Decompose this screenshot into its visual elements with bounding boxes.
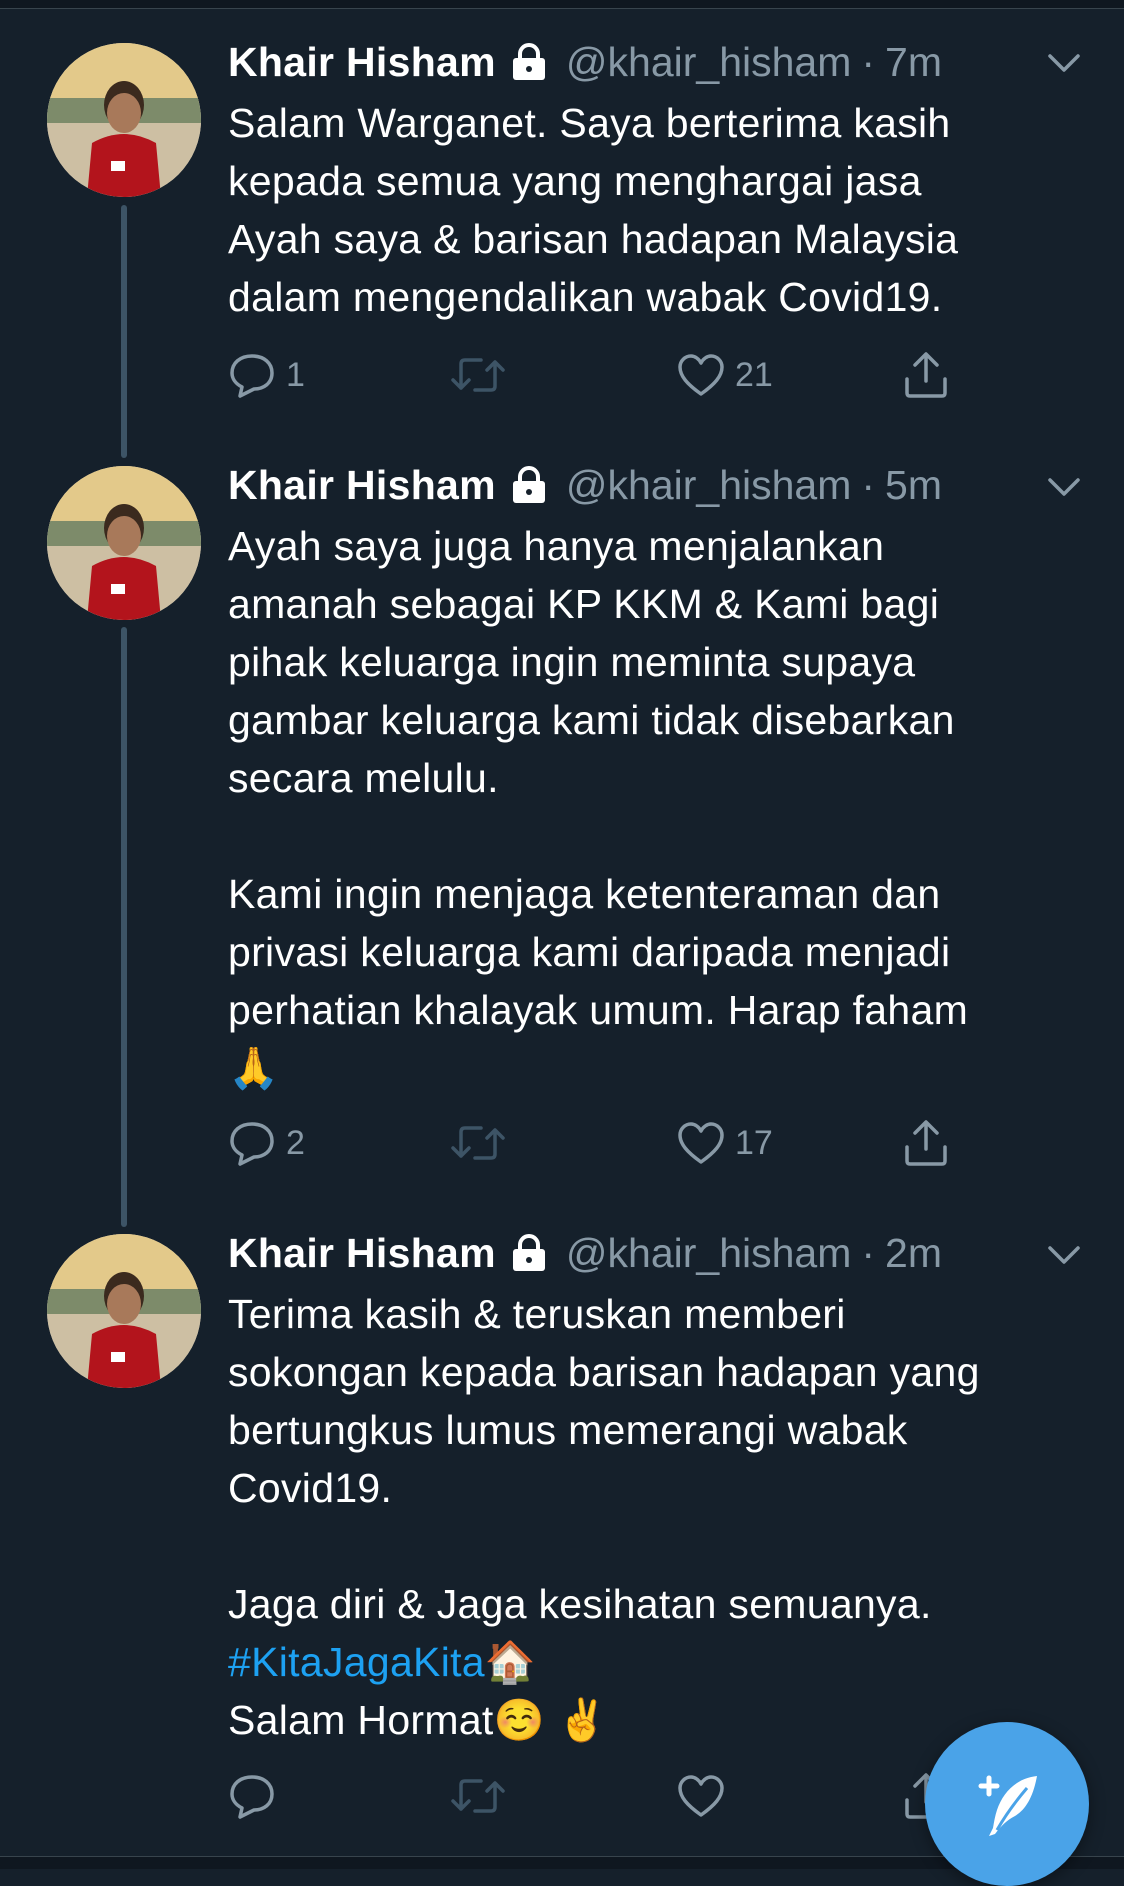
compose-tweet-icon xyxy=(978,1775,1037,1836)
tweet-body: Terima kasih & teruskan memberi sokongan… xyxy=(228,1291,980,1627)
like-count: 17 xyxy=(735,1123,773,1162)
thread-connector xyxy=(121,205,127,458)
timestamp[interactable]: 7m xyxy=(885,39,942,86)
reply-button[interactable]: 1 xyxy=(228,350,305,400)
handle[interactable]: @khair_hisham xyxy=(566,462,851,509)
handle[interactable]: @khair_hisham xyxy=(566,39,851,86)
lock-icon xyxy=(510,1233,548,1273)
closing-line: Salam Hormat☺️ ✌️ xyxy=(228,1697,609,1743)
heart-icon xyxy=(678,1775,724,1817)
tweet-actions xyxy=(228,1771,1008,1821)
share-icon xyxy=(905,352,947,398)
reply-count: 2 xyxy=(286,1123,305,1162)
reply-icon xyxy=(230,1775,274,1819)
display-name[interactable]: Khair Hisham xyxy=(228,1230,496,1277)
tweet-header: Khair Hisham @khair_hisham · 2m xyxy=(228,1223,942,1283)
separator-dot: · xyxy=(861,38,876,85)
retweet-icon xyxy=(451,1779,505,1813)
chevron-down-icon[interactable] xyxy=(1044,472,1084,502)
tweet-text: Terima kasih & teruskan memberi sokongan… xyxy=(228,1285,1088,1749)
like-button[interactable]: 17 xyxy=(677,1118,773,1168)
display-name[interactable]: Khair Hisham xyxy=(228,462,496,509)
share-icon xyxy=(905,1120,947,1166)
heart-icon xyxy=(678,354,724,396)
tweet-header: Khair Hisham @khair_hisham · 7m xyxy=(228,32,942,92)
like-button[interactable]: 21 xyxy=(677,350,773,400)
separator-dot: · xyxy=(861,1229,876,1276)
display-name[interactable]: Khair Hisham xyxy=(228,39,496,86)
reply-button[interactable]: 2 xyxy=(228,1118,305,1168)
tweet-actions: 2 17 xyxy=(228,1118,1008,1168)
share-button[interactable] xyxy=(902,350,950,400)
avatar[interactable] xyxy=(47,43,201,197)
retweet-button[interactable] xyxy=(451,1118,515,1168)
hashtag-link[interactable]: #KitaJagaKita xyxy=(228,1639,485,1685)
tweet-header: Khair Hisham @khair_hisham · 5m xyxy=(228,455,942,515)
house-emoji: 🏠 xyxy=(484,1638,537,1686)
like-button[interactable] xyxy=(677,1771,735,1821)
reply-icon xyxy=(230,354,274,398)
retweet-icon xyxy=(451,358,505,392)
reply-button[interactable] xyxy=(228,1771,286,1821)
top-divider xyxy=(0,0,1124,9)
separator-dot: · xyxy=(861,461,876,508)
handle[interactable]: @khair_hisham xyxy=(566,1230,851,1277)
tweet-text: Ayah saya juga hanya menjalankan amanah … xyxy=(228,523,969,1091)
thread-connector xyxy=(121,627,127,1227)
share-button[interactable] xyxy=(902,1118,950,1168)
timestamp[interactable]: 2m xyxy=(885,1230,942,1277)
lock-icon xyxy=(510,465,548,505)
retweet-icon xyxy=(451,1126,505,1160)
chevron-down-icon[interactable] xyxy=(1044,48,1084,78)
retweet-button[interactable] xyxy=(451,350,515,400)
reply-icon xyxy=(230,1122,274,1166)
like-count: 21 xyxy=(735,355,773,394)
compose-tweet-button[interactable] xyxy=(925,1722,1089,1886)
reply-count: 1 xyxy=(286,355,305,394)
timestamp[interactable]: 5m xyxy=(885,462,942,509)
avatar[interactable] xyxy=(47,466,201,620)
chevron-down-icon[interactable] xyxy=(1044,1240,1084,1270)
heart-icon xyxy=(678,1122,724,1164)
tweet-actions: 1 21 xyxy=(228,350,1008,400)
avatar[interactable] xyxy=(47,1234,201,1388)
lock-icon xyxy=(510,42,548,82)
retweet-button[interactable] xyxy=(451,1771,515,1821)
tweet-text: Salam Warganet. Saya berterima kasih kep… xyxy=(228,100,959,320)
